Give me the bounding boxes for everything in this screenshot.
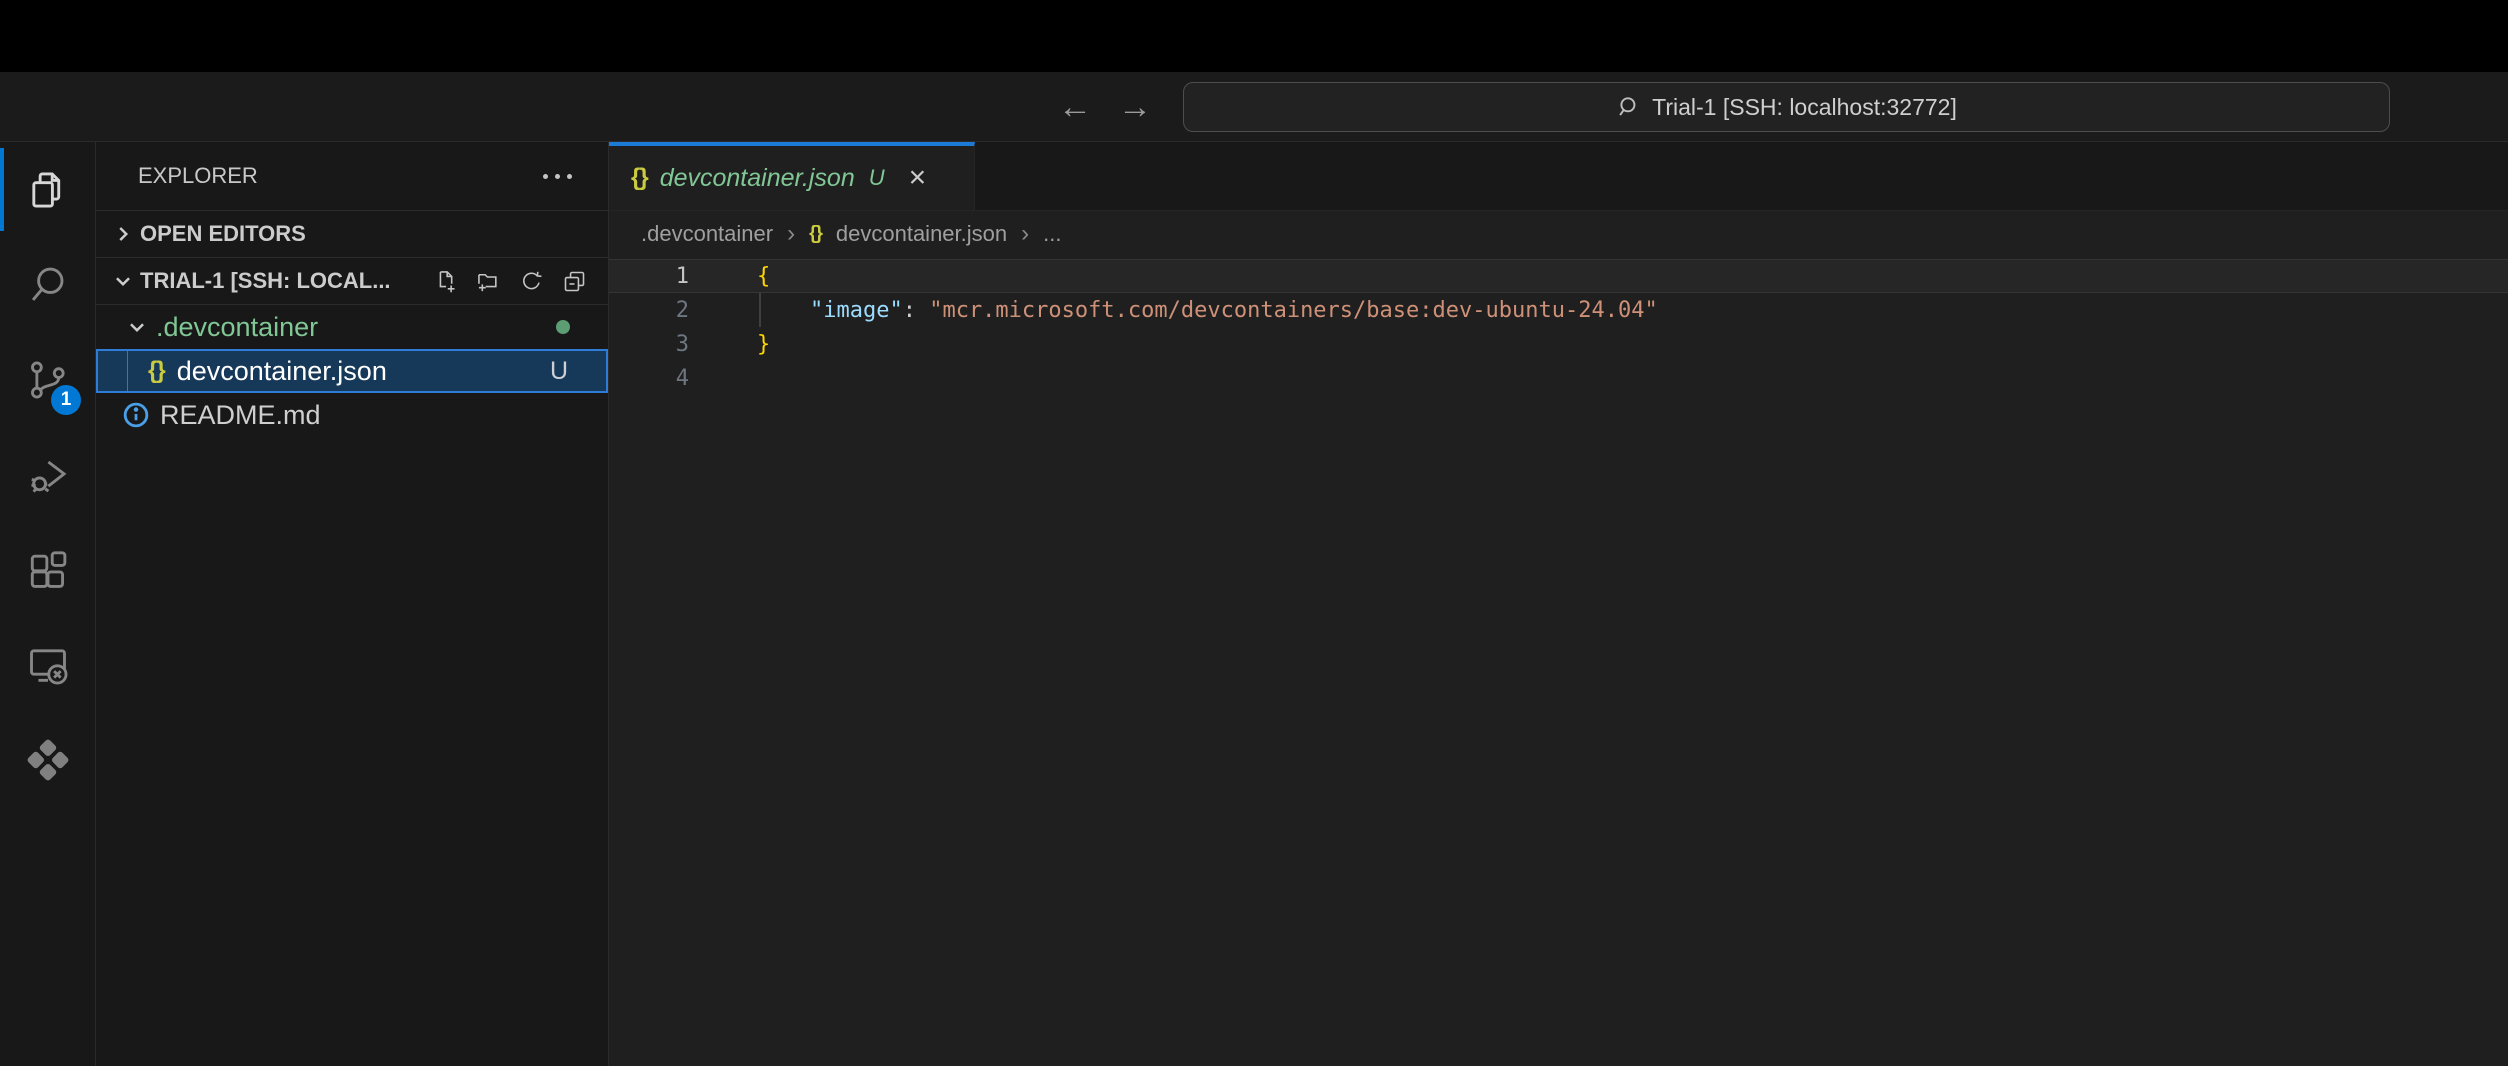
remote-explorer-icon[interactable]	[0, 617, 95, 712]
new-file-icon[interactable]	[432, 268, 459, 295]
extensions-icon[interactable]	[0, 522, 95, 617]
line-number: 4	[609, 366, 689, 391]
line-number: 3	[609, 332, 689, 357]
code-line-2: 2 "image": "mcr.microsoft.com/devcontain…	[609, 293, 2508, 327]
indent-guide	[127, 351, 128, 391]
breadcrumb-tail[interactable]: ...	[1043, 221, 1061, 247]
modified-dot-badge	[556, 320, 570, 334]
breadcrumb: .devcontainer › {} devcontainer.json › .…	[609, 211, 2508, 257]
window-title: Trial-1 [SSH: localhost:32772]	[1652, 94, 1957, 121]
line-number: 1	[609, 264, 689, 289]
code-token-punct: :	[903, 298, 930, 323]
code-token: {	[757, 264, 770, 289]
line-number: 2	[609, 298, 689, 323]
source-control-icon[interactable]: 1	[0, 332, 95, 427]
open-editors-label: OPEN EDITORS	[140, 221, 306, 247]
code-token-key: "image"	[810, 298, 903, 323]
tab-label: devcontainer.json	[660, 164, 855, 193]
git-untracked-badge: U	[550, 357, 568, 386]
code-token-string: "mcr.microsoft.com/devcontainers/base:de…	[929, 298, 1657, 323]
tree-item-readme[interactable]: README.md	[96, 393, 608, 437]
editor-group: {} devcontainer.json U × .devcontainer ›…	[609, 142, 2508, 1066]
open-editors-section[interactable]: OPEN EDITORS	[96, 210, 608, 257]
more-actions-icon[interactable]	[541, 168, 574, 185]
code-indent	[757, 298, 810, 323]
code-line-1: 1 {	[609, 259, 2508, 293]
close-icon[interactable]: ×	[909, 163, 927, 193]
json-file-icon: {}	[809, 223, 822, 245]
activity-bar: 1	[0, 142, 96, 1066]
collapse-folders-icon[interactable]	[561, 268, 588, 295]
chevron-right-icon: ›	[787, 220, 795, 248]
code-line-4: 4	[609, 361, 2508, 395]
code-editor[interactable]: 1 { 2 "image": "mcr.microsoft.com/devcon…	[609, 257, 2508, 1066]
code-line-3: 3 }	[609, 327, 2508, 361]
sidebar-title: EXPLORER	[138, 163, 258, 189]
remote-targets-icon[interactable]	[0, 712, 95, 807]
nav-back-icon[interactable]: ←	[1058, 90, 1092, 124]
breadcrumb-folder[interactable]: .devcontainer	[641, 221, 773, 247]
tree-item-devcontainer-json[interactable]: {} devcontainer.json U	[96, 349, 608, 393]
tab-bar: {} devcontainer.json U ×	[609, 142, 2508, 211]
file-name: devcontainer.json	[177, 356, 387, 387]
code-token: }	[757, 332, 770, 357]
search-icon	[1616, 94, 1642, 120]
workspace-label: TRIAL-1 [SSH: LOCAL...	[140, 268, 391, 294]
tab-devcontainer-json[interactable]: {} devcontainer.json U ×	[609, 142, 975, 210]
file-tree: .devcontainer {} devcontainer.json U REA…	[96, 304, 608, 437]
file-name: README.md	[160, 400, 321, 431]
new-folder-icon[interactable]	[475, 268, 502, 295]
search-view-icon[interactable]	[0, 237, 95, 332]
tree-item-devcontainer-folder[interactable]: .devcontainer	[96, 305, 608, 349]
nav-forward-icon[interactable]: →	[1118, 90, 1152, 124]
tab-modified-badge: U	[869, 165, 885, 191]
explorer-sidebar: EXPLORER OPEN EDITORS TRIAL-1 [SSH: LOCA…	[96, 142, 609, 1066]
breadcrumb-file[interactable]: devcontainer.json	[836, 221, 1007, 247]
macos-menubar-area	[0, 0, 2508, 72]
folder-name: .devcontainer	[156, 312, 318, 343]
explorer-icon[interactable]	[0, 142, 95, 237]
chevron-right-icon: ›	[1021, 220, 1029, 248]
titlebar: ← → Trial-1 [SSH: localhost:32772]	[0, 72, 2508, 142]
refresh-icon[interactable]	[518, 268, 545, 295]
json-file-icon: {}	[631, 164, 648, 192]
info-icon	[122, 401, 150, 429]
run-debug-icon[interactable]	[0, 427, 95, 522]
json-file-icon: {}	[148, 357, 165, 385]
source-control-badge: 1	[51, 385, 81, 415]
command-center-search[interactable]: Trial-1 [SSH: localhost:32772]	[1183, 82, 2390, 132]
workspace-section[interactable]: TRIAL-1 [SSH: LOCAL...	[96, 257, 608, 304]
